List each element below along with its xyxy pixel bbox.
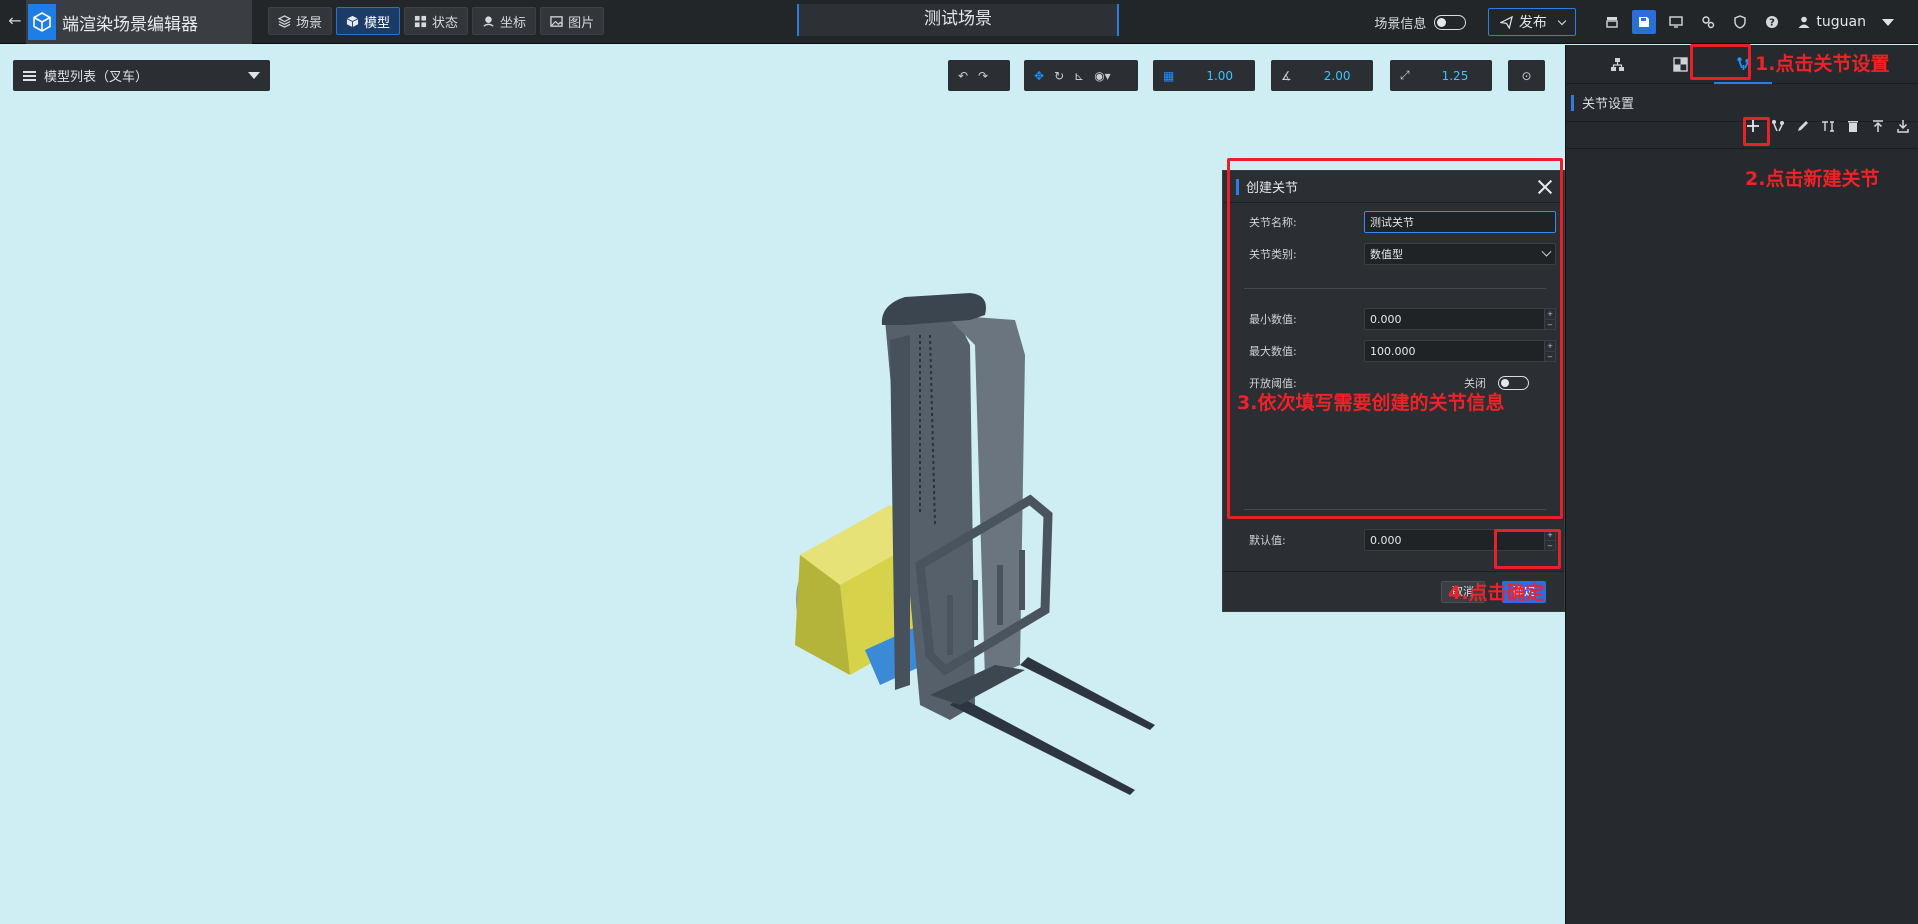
svg-text:?: ?: [1770, 18, 1776, 29]
default-value-text: 0.000: [1370, 533, 1402, 547]
rename-icon[interactable]: [1819, 117, 1837, 135]
scale-snap-control[interactable]: ⤢ 1.25: [1390, 60, 1492, 91]
joint-settings-title: 关节设置: [1582, 97, 1635, 112]
camera-reset-button[interactable]: ⊙: [1508, 60, 1545, 91]
transform-tools: ✥ ↻ ⊾ ◉▾: [1024, 60, 1138, 91]
annotation-step1: 1.点击关节设置: [1755, 53, 1890, 75]
scene-info-label: 场景信息: [1374, 16, 1427, 32]
settings-gears-icon[interactable]: [1696, 10, 1720, 34]
save-icon[interactable]: [1632, 10, 1657, 34]
delete-icon[interactable]: [1844, 117, 1862, 135]
angle-icon: ∡: [1281, 68, 1292, 83]
angle-snap-value: 2.00: [1323, 68, 1351, 83]
move-icon[interactable]: ✥: [1034, 69, 1044, 83]
redo-icon[interactable]: ↷: [978, 69, 988, 83]
annotation-box-add-joint: [1743, 117, 1770, 146]
app-title: 端渲染场景编辑器: [62, 14, 198, 35]
archive-icon[interactable]: [1600, 10, 1624, 34]
user-icon: [1798, 16, 1810, 28]
section-accent-bar: [1571, 94, 1574, 111]
tab-model-label: 模型: [364, 15, 391, 31]
download-icon[interactable]: [1894, 117, 1912, 135]
annotation-step2: 2.点击新建关节: [1745, 168, 1880, 190]
tab-coordinate[interactable]: 坐标: [472, 7, 537, 35]
user-caret-icon: [1882, 18, 1894, 26]
undo-redo-group: ↶ ↷: [948, 60, 1010, 91]
send-icon: [1499, 15, 1513, 29]
tab-scene-label: 场景: [296, 15, 323, 31]
back-arrow-icon[interactable]: ←: [4, 10, 26, 32]
tab-state-label: 状态: [432, 15, 459, 31]
scene-info-switch[interactable]: [1434, 14, 1467, 30]
grid-snap-control[interactable]: ▦ 1.00: [1153, 60, 1255, 91]
rotate-icon[interactable]: ↻: [1054, 69, 1064, 83]
forklift-model[interactable]: [770, 265, 1170, 825]
shield-icon[interactable]: [1728, 10, 1752, 34]
annotation-box-joint-tab: [1690, 44, 1751, 80]
annotation-step3: 3.依次填写需要创建的关节信息: [1237, 392, 1505, 414]
annotation-box-form: [1227, 158, 1563, 519]
export-icon[interactable]: [1869, 117, 1887, 135]
username: tuguan: [1816, 14, 1866, 30]
view-mode-icon[interactable]: ◉▾: [1094, 69, 1111, 83]
undo-icon[interactable]: ↶: [958, 69, 968, 83]
tab-image[interactable]: 图片: [540, 7, 605, 35]
chevron-down-icon: [1557, 16, 1567, 25]
brand: 端渲染场景编辑器: [26, 0, 252, 44]
tab-state[interactable]: 状态: [404, 7, 469, 35]
default-value-label: 默认值:: [1249, 534, 1286, 547]
scene-info-toggle[interactable]: 场景信息: [1374, 13, 1467, 32]
grid-snap-icon: ▦: [1163, 68, 1175, 83]
annotation-step4: 4.点击确定: [1448, 582, 1545, 604]
grid-snap-value: 1.00: [1206, 68, 1234, 83]
model-list-label: 模型列表（叉车）: [44, 70, 149, 85]
tab-coordinate-label: 坐标: [500, 15, 527, 31]
pin-icon: [483, 15, 494, 27]
app-logo-icon: [28, 4, 56, 40]
header-actions: 场景信息 发布 ? tuguan: [1374, 0, 1918, 44]
checker-icon: [1672, 56, 1688, 72]
help-icon[interactable]: ?: [1760, 10, 1784, 34]
tab-image-label: 图片: [568, 15, 595, 31]
publish-button[interactable]: 发布: [1488, 8, 1577, 36]
monitor-icon[interactable]: [1664, 10, 1688, 34]
image-icon: [550, 15, 563, 27]
tab-hierarchy[interactable]: [1588, 45, 1646, 84]
annotation-box-confirm: [1494, 529, 1561, 569]
layers-icon: [278, 14, 291, 28]
toolbar-divider: [1566, 148, 1918, 149]
tab-model[interactable]: 模型: [336, 7, 401, 35]
model-list-dropdown[interactable]: 模型列表（叉车）: [13, 60, 270, 91]
angle-snap-control[interactable]: ∡ 2.00: [1271, 60, 1373, 91]
caret-down-icon: [248, 72, 260, 79]
expand-icon: ⤢: [1400, 68, 1410, 82]
scale-axis-icon[interactable]: ⊾: [1074, 69, 1084, 83]
mode-tabs: 场景 模型 状态 坐标 图片: [268, 7, 605, 35]
menu-icon: [23, 70, 36, 81]
publish-label: 发布: [1518, 15, 1547, 31]
hierarchy-icon: [1610, 57, 1624, 71]
edit-icon[interactable]: [1794, 117, 1812, 135]
cube-icon: [346, 15, 359, 27]
bind-joint-icon[interactable]: [1769, 117, 1787, 135]
grid-icon: [414, 15, 427, 27]
tab-scene[interactable]: 场景: [268, 7, 333, 35]
target-icon: ⊙: [1521, 68, 1532, 83]
top-bar: ← 端渲染场景编辑器 场景 模型 状态 坐标 图片 测试场景 场景信息 发布 ?…: [0, 0, 1918, 44]
user-menu[interactable]: tuguan: [1798, 14, 1894, 30]
scale-snap-value: 1.25: [1441, 68, 1469, 83]
scene-title: 测试场景: [797, 4, 1119, 36]
